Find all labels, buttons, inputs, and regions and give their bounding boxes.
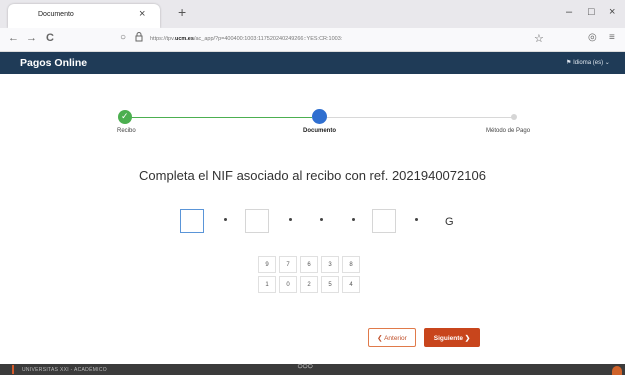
browser-nav-bar: ← → C ○ https://tpv.ucm.es/ac_app/?p=400… bbox=[0, 28, 625, 52]
keypad-key[interactable]: 6 bbox=[300, 256, 318, 273]
keypad-key[interactable]: 1 bbox=[258, 276, 276, 293]
masked-digit-dot bbox=[224, 218, 227, 221]
keypad-key[interactable]: 8 bbox=[342, 256, 360, 273]
help-bubble-icon[interactable] bbox=[612, 366, 622, 375]
step-metodo-label: Método de Pago bbox=[486, 128, 531, 134]
app-header: Pagos Online ⚑ Idioma (es) ⌄ bbox=[0, 52, 625, 74]
nif-digit-field[interactable] bbox=[245, 209, 269, 233]
language-selector[interactable]: ⚑ Idioma (es) ⌄ bbox=[566, 59, 610, 66]
shield-icon[interactable]: ○ bbox=[120, 32, 126, 43]
footer-accent-bar bbox=[12, 365, 14, 374]
step-recibo-check-icon: ✓ bbox=[118, 110, 132, 124]
reload-icon[interactable]: C bbox=[46, 32, 54, 44]
masked-digit-dot bbox=[415, 218, 418, 221]
url-path: /ac_app/?p=400400:1003:117520240249266::… bbox=[193, 36, 343, 42]
footer-logo: ○○○ bbox=[297, 361, 313, 372]
step-documento-marker bbox=[312, 109, 327, 124]
pocket-icon[interactable]: ◎ bbox=[588, 32, 597, 43]
keypad-key[interactable]: 9 bbox=[258, 256, 276, 273]
step-documento-label: Documento bbox=[303, 128, 336, 134]
masked-digit-dot bbox=[352, 218, 355, 221]
masked-digit-dot bbox=[289, 218, 292, 221]
masked-digit-dot bbox=[320, 218, 323, 221]
minimize-icon[interactable]: – bbox=[566, 6, 572, 18]
step-recibo-label: Recibo bbox=[117, 128, 136, 134]
maximize-icon[interactable]: □ bbox=[588, 6, 595, 18]
keypad-key[interactable]: 4 bbox=[342, 276, 360, 293]
footer: UNIVERSITAS XXI - ACADÉMICO ○○○ bbox=[0, 361, 625, 375]
language-label: Idioma (es) ⌄ bbox=[573, 60, 610, 66]
app-title: Pagos Online bbox=[20, 57, 88, 69]
url-prefix: https://tpv. bbox=[150, 36, 175, 42]
menu-icon[interactable]: ≡ bbox=[609, 32, 615, 43]
back-icon[interactable]: ← bbox=[8, 32, 19, 44]
url-host: ucm.es bbox=[174, 36, 194, 42]
keypad-key[interactable]: 7 bbox=[279, 256, 297, 273]
nif-letter: G bbox=[445, 216, 454, 228]
nif-digit-field[interactable] bbox=[372, 209, 396, 233]
forward-icon[interactable]: → bbox=[26, 32, 37, 44]
keypad-key[interactable]: 0 bbox=[279, 276, 297, 293]
stepper-line-pending bbox=[326, 117, 513, 118]
url-field[interactable]: https://tpv.ucm.es/ac_app/?p=400400:1003… bbox=[150, 36, 342, 42]
stepper-line-done bbox=[131, 117, 312, 118]
keypad-key[interactable]: 2 bbox=[300, 276, 318, 293]
step-metodo-marker bbox=[511, 114, 517, 120]
keypad-key[interactable]: 3 bbox=[321, 256, 339, 273]
check-icon: ✓ bbox=[121, 111, 129, 121]
new-tab-icon[interactable]: + bbox=[178, 4, 186, 20]
browser-tab[interactable]: Documento × bbox=[8, 4, 160, 28]
nif-prompt: Completa el NIF asociado al recibo con r… bbox=[139, 168, 486, 183]
window-close-icon[interactable]: × bbox=[609, 6, 615, 18]
translate-icon: ⚑ bbox=[566, 60, 572, 66]
browser-tab-bar: Documento × + – □ × bbox=[0, 0, 625, 28]
footer-text: UNIVERSITAS XXI - ACADÉMICO bbox=[22, 367, 107, 373]
tab-title: Documento bbox=[38, 11, 74, 18]
lock-icon[interactable] bbox=[135, 32, 143, 45]
tab-close-icon[interactable]: × bbox=[139, 8, 145, 20]
bookmark-star-icon[interactable]: ☆ bbox=[534, 32, 544, 45]
virtual-keypad: 9 7 6 3 8 1 0 2 5 4 bbox=[258, 256, 360, 293]
next-button[interactable]: Siguiente ❯ bbox=[424, 328, 480, 347]
previous-button[interactable]: ❮ Anterior bbox=[368, 328, 416, 347]
keypad-key[interactable]: 5 bbox=[321, 276, 339, 293]
nif-digit-field[interactable] bbox=[180, 209, 204, 233]
